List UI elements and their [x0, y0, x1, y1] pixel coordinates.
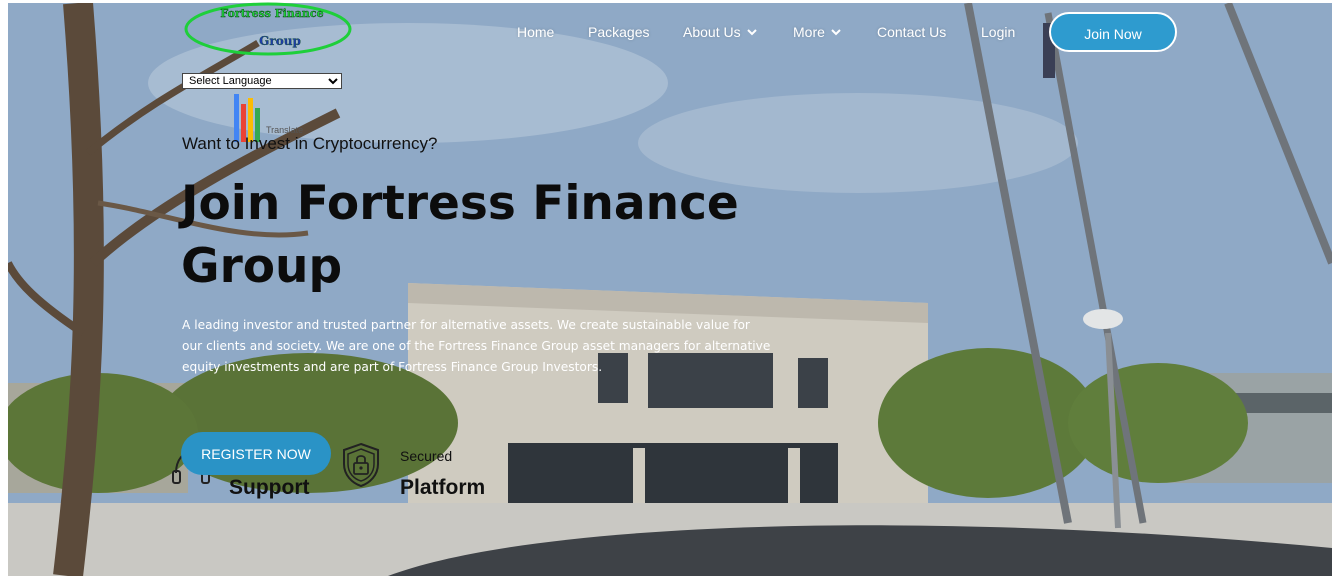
hero-title: Join Fortress Finance Group [181, 176, 739, 294]
language-select[interactable]: Select Language [182, 73, 342, 89]
nav-more[interactable]: More [793, 24, 841, 40]
nav-about-us[interactable]: About Us [683, 24, 757, 40]
main-navigation: Home Packages About Us More Contact Us L… [0, 0, 1332, 60]
shield-lock-icon [343, 442, 379, 488]
nav-contact-us[interactable]: Contact Us [877, 24, 946, 40]
nav-more-label: More [793, 24, 825, 40]
secured-label: Secured [400, 448, 453, 464]
register-now-button[interactable]: REGISTER NOW [181, 432, 331, 475]
hero-eyebrow: Want to Invest in Cryptocurrency? [182, 134, 438, 153]
nav-about-label: About Us [683, 24, 741, 40]
nav-home[interactable]: Home [517, 24, 554, 40]
support-title: Support [229, 476, 310, 499]
nav-login[interactable]: Login [981, 24, 1015, 40]
join-now-button[interactable]: Join Now [1049, 12, 1177, 52]
platform-title: Platform [400, 476, 486, 499]
chevron-down-icon [831, 29, 841, 36]
hero-description: A leading investor and trusted partner f… [182, 318, 771, 374]
chevron-down-icon [746, 29, 757, 36]
nav-packages[interactable]: Packages [588, 24, 649, 40]
